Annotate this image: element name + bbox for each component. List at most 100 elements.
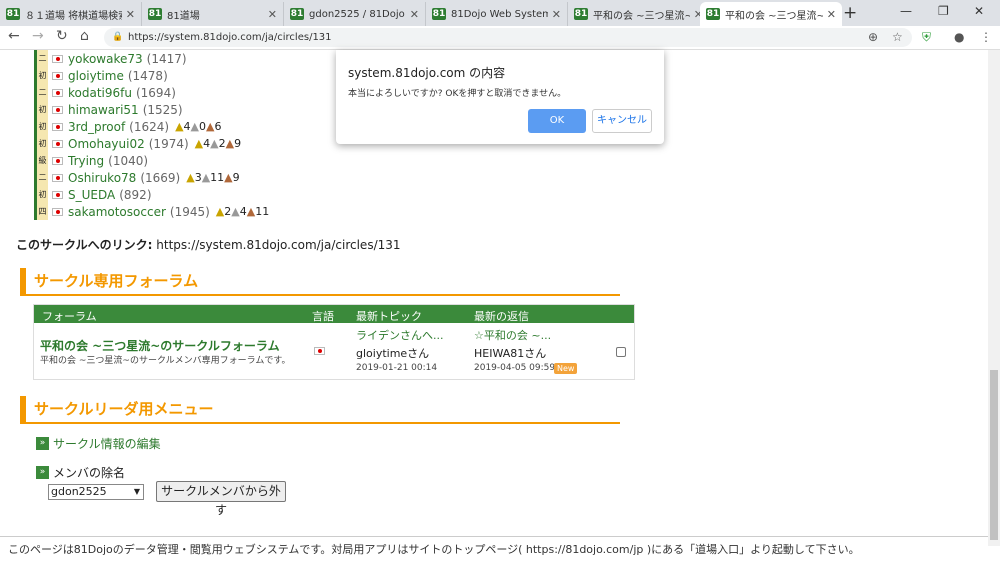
rank-badge: 級 <box>34 152 48 169</box>
shield-extension-icon[interactable]: ⛨ <box>922 30 931 45</box>
member-select[interactable]: gdon2525 ▼ <box>48 484 144 500</box>
latest-reply-link[interactable]: ☆平和の会 ~... <box>474 327 551 343</box>
rank-badge: 初 <box>34 118 48 135</box>
gold-medal-icon: ▲ <box>215 205 225 218</box>
list-item: 四 sakamotosoccer (1945) ▲2▲4▲11 <box>34 203 269 220</box>
japan-flag-icon <box>52 88 63 97</box>
remove-member-button[interactable]: サークルメンバから外す <box>156 481 286 517</box>
home-button[interactable]: ⌂ <box>80 28 89 44</box>
column-header-forum: フォーラム <box>42 310 97 323</box>
browser-tab-5[interactable]: 81平和の会 ~三つ星流~ / 8✕ <box>568 2 710 26</box>
close-icon[interactable]: ✕ <box>268 8 277 21</box>
member-name[interactable]: yokowake73 <box>68 52 143 66</box>
browser-tab-4[interactable]: 81 81Dojo Web System ✕ <box>426 2 568 26</box>
rank-badge: 初 <box>34 186 48 203</box>
window-close-button[interactable]: ✕ <box>974 4 984 18</box>
member-name[interactable]: kodati96fu <box>68 86 132 100</box>
browser-toolbar: ← → ↻ ⌂ 🔒 https://system.81dojo.com/ja/c… <box>0 26 1000 50</box>
member-name[interactable]: gloiytime <box>68 69 124 83</box>
reload-button[interactable]: ↻ <box>56 28 68 44</box>
favicon-icon: 81 <box>148 8 162 20</box>
rank-badge: 初 <box>34 135 48 152</box>
favicon-icon: 81 <box>6 8 20 20</box>
circle-link: このサークルへのリンク: https://system.81dojo.com/j… <box>16 236 401 253</box>
gold-medal-icon: ▲ <box>175 120 184 133</box>
edit-circle-info-link[interactable]: サークル情報の編集 <box>53 435 161 452</box>
column-header-lang: 言語 <box>312 310 334 323</box>
back-button[interactable]: ← <box>8 28 20 44</box>
member-name[interactable]: 3rd_proof <box>68 120 125 134</box>
zoom-icon[interactable]: ⊕ <box>868 30 878 44</box>
favicon-icon: 81 <box>574 8 588 20</box>
close-icon[interactable]: ✕ <box>827 8 836 21</box>
remove-member-label: メンバの除名 <box>53 466 126 480</box>
forum-table-header: フォーラム 言語 最新トピック 最新の返信 <box>34 305 634 323</box>
forward-button[interactable]: → <box>32 28 44 44</box>
member-name[interactable]: Trying <box>68 154 104 168</box>
member-rating: (1974) <box>148 136 189 151</box>
list-item: 初 Omohayui02 (1974) ▲4▲2▲9 <box>34 135 241 152</box>
ok-button[interactable]: OK <box>528 109 586 133</box>
medal-counts: ▲3▲11▲9 <box>186 171 240 184</box>
forum-section-title: サークル専用フォーラム <box>20 268 620 296</box>
list-item: 二 yokowake73 (1417) <box>34 50 187 67</box>
member-name[interactable]: himawari51 <box>68 103 139 117</box>
menu-dots-icon[interactable]: ⋮ <box>980 30 992 44</box>
latest-reply-date: 2019-04-05 09:59 <box>474 363 556 373</box>
circle-link-url[interactable]: https://system.81dojo.com/ja/circles/131 <box>156 238 400 252</box>
edit-circle-info-item: » サークル情報の編集 <box>36 435 161 452</box>
tab-strip: 81 ８１道場 将棋道場検索 ✕ 81 81道場 ✕ 81 gdon2525 / 81Do… <box>0 0 1000 26</box>
minimize-button[interactable]: — <box>900 4 912 18</box>
browser-tab-3[interactable]: 81 gdon2525 / 81Dojo Web ✕ <box>284 2 426 26</box>
silver-medal-icon: ▲ <box>210 137 219 150</box>
address-bar[interactable]: 🔒 https://system.81dojo.com/ja/circles/1… <box>104 28 912 47</box>
forum-table: フォーラム 言語 最新トピック 最新の返信 平和の会 ~三つ星流~のサークルフォ… <box>33 304 635 380</box>
silver-medal-icon: ▲ <box>231 205 240 218</box>
rank-badge: 二 <box>34 84 48 101</box>
scrollbar-thumb[interactable] <box>990 370 998 540</box>
browser-tab-6-active[interactable]: 81 平和の会 ~三つ星流~ / ✕ <box>700 2 842 26</box>
japan-flag-icon <box>52 156 63 165</box>
tab-title: 平和の会 ~三つ星流~ / <box>725 10 823 22</box>
forum-name-link[interactable]: 平和の会 ~三つ星流~のサークルフォーラム <box>40 337 280 354</box>
rank-badge: 二 <box>34 169 48 186</box>
restore-button[interactable]: ❐ <box>938 4 949 18</box>
lock-icon: 🔒 <box>112 32 124 42</box>
forum-description: 平和の会 ~三つ星流~のサークルメンバ専用フォーラムです。 <box>40 356 291 366</box>
browser-tab-1[interactable]: 81 ８１道場 将棋道場検索 ✕ <box>0 2 142 26</box>
double-chevron-right-icon: » <box>36 437 49 450</box>
page-scrollbar[interactable] <box>988 50 1000 546</box>
japan-flag-icon <box>52 54 63 63</box>
medal-counts: ▲4▲2▲9 <box>194 137 242 150</box>
member-rating: (1417) <box>146 51 187 66</box>
rank-badge: 二 <box>34 50 48 67</box>
member-name[interactable]: sakamotosoccer <box>68 205 166 219</box>
forum-subscribe-checkbox[interactable] <box>616 347 626 357</box>
tab-title: ８１道場 将棋道場検索 <box>25 10 122 22</box>
close-icon[interactable]: ✕ <box>552 8 561 21</box>
dropdown-arrow-icon: ▼ <box>133 487 140 496</box>
double-chevron-right-icon: » <box>36 466 49 479</box>
member-name[interactable]: Oshiruko78 <box>68 171 136 185</box>
bookmark-star-icon[interactable]: ☆ <box>892 30 903 44</box>
rank-badge: 初 <box>34 67 48 84</box>
latest-topic-link[interactable]: ライデンさんへ... <box>356 327 444 343</box>
rank-badge: 四 <box>34 203 48 220</box>
japan-flag-icon <box>52 139 63 148</box>
profile-icon[interactable]: ● <box>954 30 964 44</box>
member-rating: (1624) <box>129 119 170 134</box>
member-name[interactable]: Omohayui02 <box>68 137 145 151</box>
latest-topic-user: gloiytimeさん <box>356 347 430 360</box>
remove-member-item: » メンバの除名 <box>36 464 125 481</box>
dialog-title: system.81dojo.com の内容 <box>348 66 506 80</box>
browser-tab-2[interactable]: 81 81道場 ✕ <box>142 2 284 26</box>
bronze-medal-icon: ▲ <box>246 205 256 218</box>
member-name[interactable]: S_UEDA <box>68 188 115 202</box>
japan-flag-icon <box>52 207 63 216</box>
cancel-button[interactable]: キャンセル <box>592 109 652 133</box>
new-badge: New <box>554 363 578 374</box>
new-tab-button[interactable]: + <box>843 3 857 23</box>
close-icon[interactable]: ✕ <box>410 8 419 21</box>
close-icon[interactable]: ✕ <box>126 8 135 21</box>
list-item: 二 Oshiruko78 (1669) ▲3▲11▲9 <box>34 169 240 186</box>
